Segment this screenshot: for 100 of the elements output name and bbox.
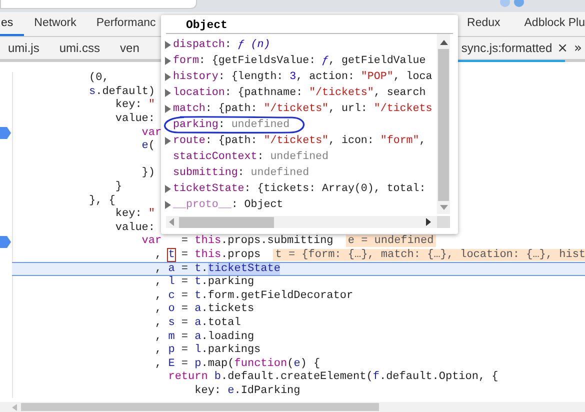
code-variable: l [168, 276, 175, 288]
code-text: , [154, 303, 163, 316]
breakpoint-marker[interactable] [0, 127, 11, 140]
code-variable: f [372, 371, 380, 384]
number-value: 3 [290, 71, 296, 83]
panel-tab[interactable]: Redux [457, 12, 514, 36]
property-name: match [173, 103, 206, 115]
code-text: value: [114, 113, 156, 126]
expand-arrow-icon[interactable] [165, 41, 171, 49]
code-text: ) { [300, 358, 320, 370]
property-value: , loca [393, 71, 432, 83]
code-keyword: var [140, 126, 162, 139]
popover-title: Object [166, 15, 453, 34]
code-text: key: [194, 384, 222, 397]
scrollbar-thumb[interactable] [438, 49, 449, 201]
close-button[interactable]: × [554, 40, 572, 56]
panel-tab[interactable]: Performanc [86, 12, 166, 36]
string-value: "/tickets" [264, 103, 329, 115]
scroll-right-icon[interactable] [426, 218, 431, 226]
code-text: . [201, 262, 208, 275]
code-keyword: return [167, 371, 208, 384]
code-variable: t [194, 262, 202, 275]
code-variable: a [194, 316, 202, 329]
code-text: , [154, 262, 163, 275]
selected-text: ticketState [208, 262, 280, 275]
expand-arrow-icon[interactable] [165, 89, 171, 97]
code-text: ( [148, 140, 156, 152]
property-value: : [257, 151, 265, 163]
hovered-variable: t [168, 249, 175, 262]
code-text: .default.createElement( [221, 371, 373, 384]
code-variable: e [140, 140, 148, 152]
code-text: , [154, 344, 163, 356]
expand-arrow-icon[interactable] [165, 137, 171, 145]
property-value: : [224, 39, 232, 51]
file-tab[interactable]: ven [110, 41, 150, 55]
expand-arrow-icon[interactable] [165, 201, 171, 209]
breakpoint-marker[interactable] [0, 236, 11, 248]
code-text: ( [287, 358, 294, 370]
property-value: : [238, 167, 246, 179]
code-text: = [180, 330, 190, 343]
code-variable: t [194, 290, 202, 302]
code-text: .IdParking [234, 384, 300, 397]
code-variable: o [168, 303, 175, 316]
code-text: , [154, 290, 163, 302]
code-text: , [154, 330, 163, 343]
expand-arrow-icon[interactable] [165, 185, 171, 193]
string-value: "/tickets [374, 103, 432, 115]
code-variable: s [168, 316, 175, 329]
code-text: , [154, 276, 163, 288]
string-value: "POP" [360, 71, 394, 83]
panel-tab[interactable]: Network [24, 12, 86, 36]
expand-arrow-icon[interactable] [165, 57, 171, 65]
code-text: .tickets [201, 303, 254, 316]
code-text: = [180, 235, 190, 248]
property-value: : {pathname: [224, 87, 304, 99]
scroll-up-icon[interactable] [440, 40, 448, 45]
property-name: route [173, 135, 206, 147]
file-tab[interactable]: umi.js [0, 41, 50, 55]
property-value: , [419, 135, 426, 147]
code-text: } [114, 181, 122, 194]
function-value: ƒ (n) [238, 39, 270, 51]
code-text: .default.Option, { [379, 371, 498, 384]
undefined-value: undefined [250, 167, 310, 179]
code-text: = [180, 358, 190, 370]
function-value: ƒ [322, 55, 329, 67]
inline-value: e = undefined [346, 235, 436, 248]
code-variable: b [213, 371, 222, 384]
undefined-value: undefined [270, 151, 329, 163]
code-text: key: [114, 208, 142, 220]
scrollbar-corner [437, 216, 450, 228]
expand-arrow-icon[interactable] [165, 73, 171, 81]
code-variable: a [194, 330, 202, 343]
property-value: : {getFieldsValue: [198, 55, 317, 67]
more-tabs-button[interactable]: » [571, 40, 585, 56]
property-value: , getFieldValue [328, 55, 426, 67]
code-text: , [154, 358, 163, 370]
code-text: .default) [96, 86, 156, 98]
expand-arrow-icon[interactable] [165, 105, 171, 113]
panel-tab[interactable]: Adblock Plu [514, 12, 585, 36]
property-value: , url: [328, 103, 368, 115]
string-value: "/tickets" [264, 135, 329, 147]
property-value: , icon: [328, 135, 375, 147]
property-value: : {path: [205, 103, 258, 115]
code-text: .loading [201, 330, 254, 343]
code-text: .total [201, 316, 241, 329]
code-variable: e [228, 384, 234, 397]
code-variable: p [194, 358, 202, 370]
code-text: .parking [201, 276, 254, 288]
scrollbar-thumb[interactable] [21, 403, 379, 411]
code-text: .parkings [201, 344, 261, 356]
code-variable: a [194, 303, 202, 316]
code-string: " [147, 208, 156, 220]
code-variable: c [168, 290, 175, 302]
code-keyword: this [194, 249, 222, 262]
scrollbar-thumb[interactable] [179, 216, 274, 228]
property-name: form [173, 55, 199, 67]
property-name: location [173, 87, 225, 99]
property-value: : {tickets: Array(0), total: [244, 183, 426, 195]
file-tab[interactable]: sync.js:formatted [459, 41, 554, 55]
file-tab[interactable]: umi.css [49, 41, 110, 55]
